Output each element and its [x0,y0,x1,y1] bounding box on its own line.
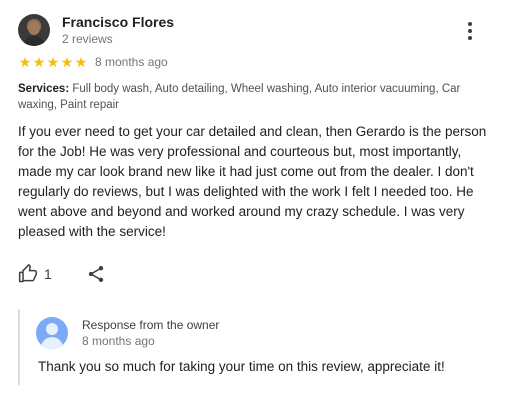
review-actions: 1 [18,264,106,284]
reviewer-name[interactable]: Francisco Flores [62,14,174,30]
rating-row: ★ ★ ★ ★ ★ 8 months ago [18,55,168,69]
star-icon: ★ [32,54,46,70]
response-title: Response from the owner [82,318,220,332]
services-text: Full body wash, Auto detailing, Wheel wa… [18,83,461,111]
more-vert-icon-dot [468,29,472,33]
more-vert-icon-dot [468,36,472,40]
avatar-face [28,21,40,35]
review-text: If you ever need to get your car detaile… [18,124,487,239]
owner-avatar-head [46,323,58,335]
like-count: 1 [44,266,52,282]
thumbs-up-icon [18,264,38,283]
share-icon [88,266,103,282]
services-list: Services: Full body wash, Auto detailing… [18,81,478,113]
more-vert-icon-dot [468,22,472,26]
response-date: 8 months ago [82,334,155,348]
avatar-shoulders [22,36,46,46]
reviewer-review-count: 2 reviews [62,32,113,46]
share-button[interactable] [86,264,106,284]
star-icon: ★ [46,54,60,70]
owner-avatar [36,317,68,349]
owner-response: Response from the owner 8 months ago Tha… [18,309,490,385]
services-label: Services: [18,83,70,95]
review-card: Francisco Flores 2 reviews ★ ★ ★ ★ ★ 8 month… [0,0,516,418]
more-options-button[interactable] [460,18,480,44]
star-icon: ★ [18,54,32,70]
review-date: 8 months ago [95,55,168,69]
like-button[interactable]: 1 [18,264,52,284]
star-icon: ★ [60,54,74,70]
owner-avatar-body [41,337,63,349]
star-icon: ★ [74,54,88,70]
star-rating: ★ ★ ★ ★ ★ [18,55,88,69]
response-text: Thank you so much for taking your time o… [38,359,445,374]
reviewer-avatar[interactable] [18,14,50,46]
